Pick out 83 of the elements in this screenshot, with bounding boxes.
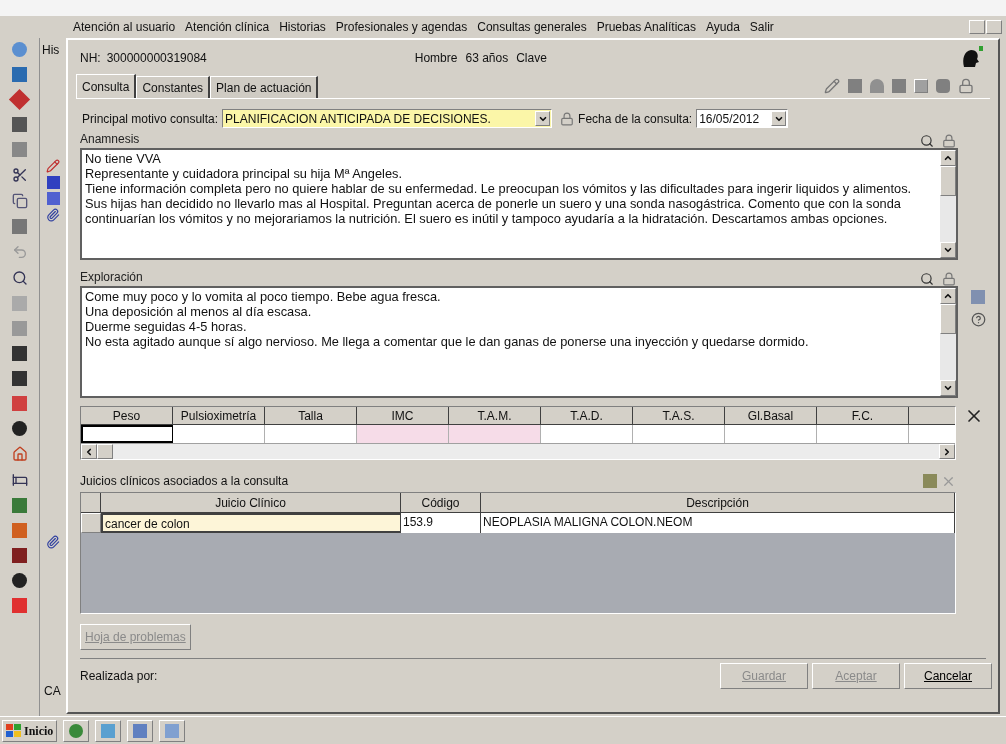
table-cell[interactable]: 153.9 [401,513,481,533]
column-header: Peso [81,407,173,425]
taskbar-button[interactable] [63,719,90,742]
search-icon[interactable] [11,270,28,286]
section-label: Exploración [80,269,143,286]
realizada-label: Realizada por: [80,668,158,685]
start-button[interactable]: Inicio [2,719,58,742]
tab[interactable]: Consulta [76,74,137,98]
pencil-icon[interactable] [824,78,840,94]
footer-button[interactable]: Cancelar [904,663,992,689]
scrollbar[interactable] [940,288,956,396]
lock-icon[interactable] [942,272,956,286]
column-header: T.A.S. [633,407,725,425]
key-text: Clave [516,50,547,67]
help-icon[interactable] [971,312,986,327]
nh-value: 300000000319084 [106,50,207,67]
column-header: Gl.Basal [725,407,817,425]
bed-icon[interactable] [11,472,28,488]
age-text: 63 años [465,50,509,67]
search-icon[interactable] [920,272,934,286]
pencil-icon[interactable] [46,159,60,173]
menu-item[interactable]: Ayuda [701,18,745,36]
constant-input-cell[interactable] [357,425,449,443]
scroll-thumb[interactable] [940,304,956,334]
house-icon[interactable] [11,446,28,462]
restore-button[interactable] [986,20,1002,34]
toolbar-icon[interactable] [12,573,27,588]
lock-icon[interactable] [942,134,956,148]
column-header: T.A.M. [449,407,541,425]
menu-item[interactable]: Historias [274,18,331,36]
windows-logo-icon [6,723,22,738]
constant-input-cell[interactable] [81,425,173,443]
row-selector[interactable] [81,513,101,533]
text-line: Una deposición al menos al día escasa. [85,304,313,319]
paperclip-icon[interactable] [46,535,60,549]
minimize-button[interactable] [969,20,985,34]
table-cell[interactable]: cancer de colon [101,513,401,533]
tab[interactable]: Plan de actuación [210,76,319,98]
fecha-label: Fecha de la consulta: [578,110,693,128]
menu-item[interactable]: Pruebas Analíticas [591,18,702,36]
column-header: Talla [265,407,357,425]
column-header: IMC [357,407,449,425]
motivo-label: Principal motivo consulta: [82,110,219,128]
menu-item[interactable]: Atención clínica [180,18,275,36]
nh-label: NH: [80,50,101,67]
tab[interactable]: Constantes [136,76,211,98]
search-icon[interactable] [920,134,934,148]
window-tab[interactable]: His [40,38,66,59]
menu-item[interactable]: Atención al usuario [68,18,181,36]
horizontal-scrollbar[interactable] [81,443,955,459]
taskbar-button[interactable] [95,719,122,742]
menu-item[interactable]: Profesionales y agendas [330,18,473,36]
window-footer-text: CA [43,683,62,700]
column-header: Pulsioximetría [173,407,265,425]
sex-text: Hombre [414,50,458,67]
constant-input-cell[interactable] [449,425,541,443]
scrollbar[interactable] [940,150,956,258]
text-line: Sus hijas han decidido no llevarlo mas al Hospital. Preguntan acerca de ponerle un suero y una sonda nasogástrica. Comento que con la sonda continuarían los vómitos y no mejorariamos la nutrición. El suero es inútil y tampoco ayudaría a la hidratación. Descartamos ambas opciones. [85,196,902,226]
column-header: F.C. [817,407,909,425]
text-line: Come muy poco y lo vomita al poco tiempo. Bebe agua fresca. [85,289,442,304]
table-cell[interactable]: NEOPLASIA MALIGNA COLON.NEOM [481,513,955,533]
section-label: Anamnesis [80,131,140,148]
toolbar-icon[interactable] [12,421,27,436]
taskbar-button[interactable] [127,719,154,742]
lock-icon[interactable] [560,111,575,126]
scroll-thumb[interactable] [940,166,956,196]
menu-item[interactable]: Salir [744,18,779,36]
date-dropdown[interactable]: 16/05/2012 [696,109,789,128]
copy-icon[interactable] [11,193,28,209]
scissors-icon[interactable] [11,167,28,183]
text-line: Tiene información completa pero no quiere hablar de su enfermedad. Le preocupan los vómitos y las dificultades para ingerir liquidos y alimentos. [85,181,913,196]
menu-item[interactable]: Consultas generales [472,18,592,36]
section-label: Juicios clínicos asociados a la consulta [80,473,289,490]
taskbar-button[interactable] [159,719,186,742]
text-line: Representante y cuidadora principal su hija Mª Angeles. [85,166,404,181]
motivo-dropdown[interactable]: PLANIFICACION ANTICIPADA DE DECISIONES. [222,109,553,128]
text-line: Duerme seguidas 4-5 horas. [85,319,248,334]
paperclip-icon[interactable] [46,208,60,222]
text-line: No esta agitado aunque sí algo nervioso. Me llega a comentar que le dan ganas de ponerse una inyección y quedarse dormido. [85,334,810,349]
column-header: T.A.D. [541,407,633,425]
text-line: No tiene VVA [85,151,162,166]
lock-icon[interactable] [958,78,974,94]
scroll-thumb[interactable] [97,444,113,459]
